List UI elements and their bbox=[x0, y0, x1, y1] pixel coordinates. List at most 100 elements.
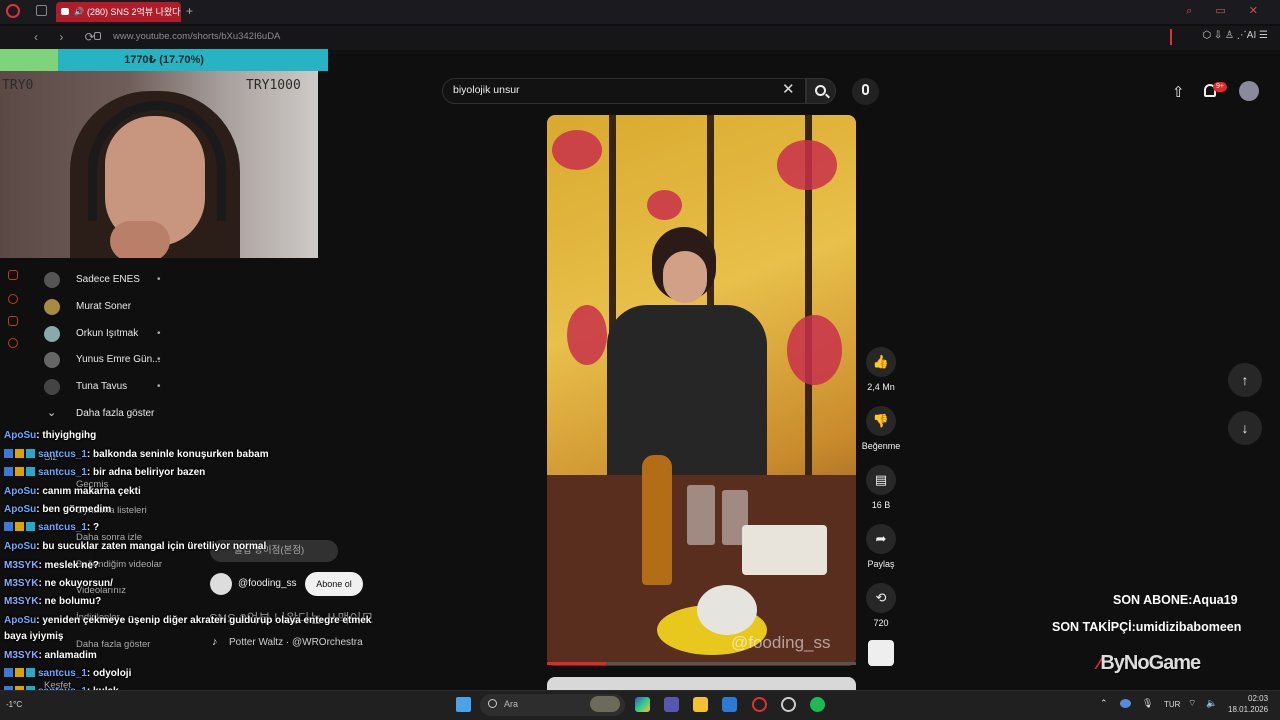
cloud-tray-icon[interactable] bbox=[1120, 699, 1131, 708]
chat-username[interactable]: ApoSu bbox=[4, 430, 36, 441]
microphone-tray-icon[interactable]: 🎙 bbox=[1142, 698, 1153, 709]
subscribe-button[interactable]: Abone ol bbox=[305, 572, 363, 596]
chat-message: M3SYK: ne okuyorsun/ bbox=[4, 578, 113, 589]
wifi-icon[interactable]: ⌔ bbox=[1188, 698, 1196, 709]
comments-button[interactable]: ▤ bbox=[866, 465, 896, 495]
search-icon bbox=[488, 699, 497, 708]
opera-sidebar-icon[interactable] bbox=[8, 294, 18, 304]
chat-username[interactable]: santcus_1 bbox=[38, 449, 87, 460]
chat-username[interactable]: ApoSu bbox=[4, 541, 36, 552]
channel-handle[interactable]: @fooding_ss bbox=[238, 578, 297, 589]
new-tab-button[interactable]: + bbox=[186, 4, 193, 18]
shorts-video-player[interactable] bbox=[547, 115, 856, 666]
glass bbox=[687, 485, 715, 545]
streamer-hand bbox=[110, 221, 170, 258]
sidebar-item-label: Murat Soner bbox=[76, 301, 132, 312]
chat-badge-icon bbox=[26, 522, 35, 531]
chat-username[interactable]: M3SYK bbox=[4, 560, 38, 571]
file-explorer-icon[interactable] bbox=[693, 697, 708, 712]
chat-message: santcus_1: balkonda seninle konuşurken b… bbox=[4, 449, 269, 460]
chat-username[interactable]: santcus_1 bbox=[38, 522, 87, 533]
chat-badge-icon bbox=[15, 449, 24, 458]
account-avatar[interactable] bbox=[1239, 81, 1259, 101]
chat-message: baya iyiymiş bbox=[4, 631, 63, 642]
remix-button[interactable]: ⟲ bbox=[866, 583, 896, 613]
comment-icon: ▤ bbox=[874, 472, 888, 487]
webcam-feed bbox=[0, 71, 318, 258]
chat-username[interactable]: M3SYK bbox=[4, 596, 38, 607]
copilot-icon[interactable] bbox=[635, 697, 650, 712]
previous-short-button[interactable]: ↑ bbox=[1228, 363, 1262, 397]
chat-username[interactable]: santcus_1 bbox=[38, 467, 87, 478]
chat-badge-icon bbox=[4, 668, 13, 677]
chat-badge-icon bbox=[26, 668, 35, 677]
volume-icon[interactable]: 🔈 bbox=[1206, 698, 1217, 709]
speaker-icon[interactable]: 🔊 bbox=[74, 2, 84, 22]
chat-message: ApoSu: ben görmedim bbox=[4, 504, 111, 515]
opera-logo-icon[interactable] bbox=[6, 4, 20, 18]
opera-sidebar-icon[interactable] bbox=[8, 316, 18, 326]
dislike-button[interactable]: 👎 bbox=[866, 406, 896, 436]
spotify-icon[interactable] bbox=[810, 697, 825, 712]
chat-message: ApoSu: canım makarna çekti bbox=[4, 486, 141, 497]
weather-widget[interactable]: -1°C bbox=[6, 700, 22, 709]
chat-username[interactable]: M3SYK bbox=[4, 650, 38, 661]
clear-search-icon[interactable]: ✕ bbox=[782, 80, 795, 98]
remix-count: 720 bbox=[873, 618, 889, 628]
blossom bbox=[567, 305, 607, 365]
todo-icon[interactable] bbox=[722, 697, 737, 712]
browser-tab-active[interactable]: 🔊 (280) SNS 2억뷰 나왔다 bbox=[56, 2, 181, 22]
audio-source-thumbnail[interactable] bbox=[868, 640, 894, 666]
obs-icon[interactable] bbox=[781, 697, 796, 712]
music-credit[interactable]: Potter Waltz · @WROrchestra bbox=[229, 637, 363, 648]
teams-icon[interactable] bbox=[664, 697, 679, 712]
taskbar-search-input[interactable]: Ara bbox=[504, 699, 518, 709]
next-short-preview[interactable] bbox=[547, 677, 856, 690]
upload-icon[interactable]: ⇧ bbox=[1172, 83, 1185, 101]
chat-badge-icon bbox=[15, 668, 24, 677]
chat-badge-icon bbox=[15, 467, 24, 476]
settings-icon[interactable] bbox=[8, 338, 18, 348]
chat-text: : balkonda seninle konuşurken babam bbox=[86, 449, 269, 460]
music-note-icon: ♪ bbox=[212, 636, 218, 648]
opera-taskbar-icon[interactable] bbox=[752, 697, 767, 712]
avatar bbox=[44, 326, 60, 342]
chat-username[interactable]: santcus_1 bbox=[38, 668, 87, 679]
chat-username[interactable]: ApoSu bbox=[4, 504, 36, 515]
chat-username[interactable]: M3SYK bbox=[4, 578, 38, 589]
taskbar-clock[interactable]: 02:03 18.01.2026 bbox=[1228, 693, 1268, 715]
channel-avatar[interactable] bbox=[210, 573, 232, 595]
chat-text: : meslek ne? bbox=[38, 560, 100, 571]
window-controls[interactable]: ⌕ ▭ ✕ bbox=[1186, 4, 1268, 18]
side-dishes bbox=[742, 525, 827, 575]
sidebar-item-label: Yunus Emre Gün... bbox=[76, 354, 161, 365]
chat-text: : yeniden çekmeye üşenip diğer akrateri … bbox=[36, 615, 372, 626]
opera-sidebar-icon[interactable] bbox=[8, 270, 18, 280]
chat-text: baya iyiymiş bbox=[4, 631, 64, 642]
chat-username[interactable]: ApoSu bbox=[4, 486, 36, 497]
clock-date: 18.01.2026 bbox=[1228, 705, 1269, 714]
chat-username[interactable]: ApoSu bbox=[4, 615, 36, 626]
next-short-button[interactable]: ↓ bbox=[1228, 411, 1262, 445]
language-indicator[interactable]: TUR bbox=[1164, 700, 1180, 709]
chat-text: : ? bbox=[86, 522, 100, 533]
sidebar-show-more-2[interactable]: Daha fazla göster bbox=[76, 639, 150, 650]
voice-search-button[interactable] bbox=[852, 78, 879, 105]
share-button[interactable]: ➦ bbox=[866, 524, 896, 554]
windows-start-icon[interactable] bbox=[456, 697, 471, 712]
search-button[interactable] bbox=[806, 78, 836, 104]
tray-chevron-icon[interactable]: ⌃ bbox=[1100, 698, 1108, 709]
video-watermark: @fooding_ss bbox=[731, 633, 831, 652]
chat-message: santcus_1: odyoloji bbox=[4, 668, 131, 679]
live-dot: • bbox=[157, 328, 161, 339]
chat-message: ApoSu: thiyighgihg bbox=[4, 430, 96, 441]
like-button[interactable]: 👍 bbox=[866, 347, 896, 377]
live-dot: • bbox=[157, 381, 161, 392]
browser-toolbar-icons[interactable]: ⬡ ⇩ ♙ ⋰AI ☰ bbox=[1202, 30, 1268, 41]
url-field[interactable]: www.youtube.com/shorts/bXu342I6uDA bbox=[113, 31, 280, 42]
workspace-icon[interactable] bbox=[36, 5, 47, 16]
youtube-favicon-icon bbox=[61, 8, 69, 15]
search-input[interactable]: biyolojik unsur bbox=[453, 84, 520, 96]
donation-start-label: TRY0 bbox=[2, 78, 34, 93]
sidebar-item-label: Daha fazla göster bbox=[76, 408, 155, 419]
